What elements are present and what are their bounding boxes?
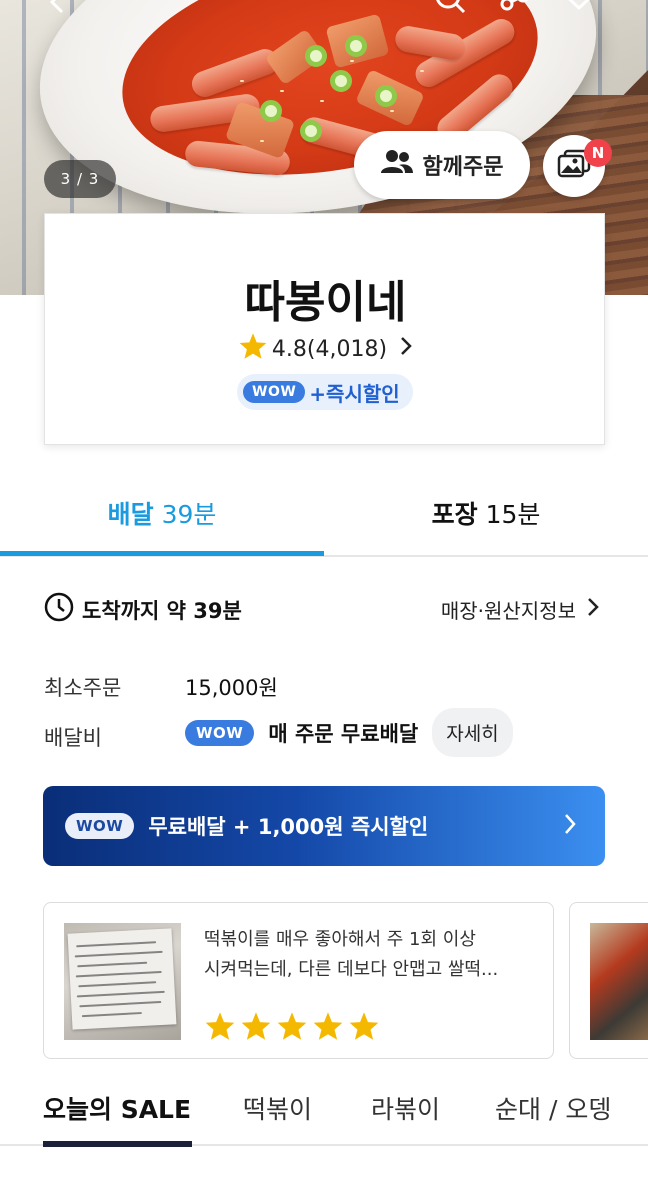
chevron-right-icon	[399, 335, 413, 363]
delivery-fee-row: WOW 매 주문 무료배달 자세히	[185, 708, 513, 757]
green-onion	[345, 35, 367, 57]
category-tab-rabokki[interactable]: 라볶이	[371, 1090, 440, 1126]
store-origin-info-link[interactable]: 매장·원산지정보	[441, 595, 600, 624]
green-onion	[300, 120, 322, 142]
min-order-label: 최소주문	[44, 676, 122, 700]
store-name: 따봉이네	[244, 277, 407, 328]
star-icon	[312, 1011, 344, 1045]
tab-delivery-time: 39분	[161, 499, 217, 529]
wow-pill: WOW	[185, 719, 255, 746]
group-order-label: 함께주문	[422, 155, 504, 180]
people-icon	[380, 149, 413, 181]
review-line-1: 떡볶이를 매우 좋아해서 주 1회 이상	[204, 929, 476, 950]
wow-pill: WOW	[65, 813, 135, 839]
review-line-2: 시켜먹는데, 다른 데보다 안맵고 쌀떡...	[204, 959, 499, 980]
active-category-underline	[43, 1141, 192, 1147]
category-tab-tteokbokki[interactable]: 떡볶이	[243, 1090, 312, 1126]
detail-button[interactable]: 자세히	[432, 708, 513, 757]
new-badge: N	[584, 139, 612, 167]
group-order-button[interactable]: 함께주문	[354, 131, 530, 199]
arrival-text: 도착까지 약 39분	[82, 598, 242, 623]
sesame	[390, 110, 394, 112]
review-card[interactable]: 떡볶이를 매우 좋아해서 주 1회 이상 시켜먹는데, 다른 데보다 안맵고 쌀…	[43, 902, 554, 1059]
tab-pickup[interactable]: 포장 15분	[324, 470, 648, 555]
star-icon	[348, 1011, 380, 1045]
wow-pill: WOW	[243, 381, 306, 403]
sesame	[260, 140, 264, 142]
store-card: 따봉이네 4.8(4,018) WOW +즉시할인	[44, 213, 605, 445]
order-type-tabs: 배달 39분 포장 15분	[0, 470, 648, 557]
wow-promo-banner[interactable]: WOW 무료배달 + 1,000원 즉시할인	[43, 786, 605, 866]
star-icon	[204, 1011, 236, 1045]
green-onion	[330, 70, 352, 92]
review-photo	[590, 923, 648, 1040]
tab-delivery-label: 배달	[107, 499, 154, 529]
banner-text: 무료배달 + 1,000원 즉시할인	[148, 815, 429, 839]
sesame	[240, 80, 244, 82]
review-text: 떡볶이를 매우 좋아해서 주 1회 이상 시켜먹는데, 다른 데보다 안맵고 쌀…	[204, 925, 534, 985]
rating-value: 4.8(4,018)	[271, 336, 388, 362]
review-stars	[204, 1011, 380, 1045]
tab-pickup-time: 15분	[485, 499, 541, 529]
delivery-fee-label: 배달비	[44, 726, 102, 750]
heart-icon[interactable]	[560, 0, 598, 24]
star-icon	[238, 332, 268, 366]
rating-link[interactable]: 4.8(4,018)	[45, 332, 606, 366]
active-tab-underline	[0, 551, 324, 556]
min-order-value: 15,000원	[185, 676, 278, 700]
arrival-time: 도착까지 약 39분	[44, 592, 242, 627]
green-onion	[375, 85, 397, 107]
back-arrow-icon[interactable]	[44, 0, 74, 20]
tab-delivery[interactable]: 배달 39분	[0, 470, 324, 555]
clock-icon	[44, 592, 74, 627]
star-icon	[240, 1011, 272, 1045]
wow-tag-text: +즉시할인	[309, 381, 400, 406]
green-onion	[260, 100, 282, 122]
sesame	[420, 70, 424, 72]
handwritten-note	[67, 928, 177, 1030]
delivery-fee-text: 매 주문 무료배달	[268, 721, 419, 746]
page-indicator: 3 / 3	[44, 160, 116, 198]
star-icon	[276, 1011, 308, 1045]
sesame	[320, 100, 324, 102]
chevron-right-icon	[563, 812, 577, 840]
store-info-label: 매장·원산지정보	[440, 599, 576, 623]
menu-category-tabs: 오늘의 SALE 떡볶이 라볶이 순대 / 오뎅	[0, 1082, 648, 1146]
chevron-right-icon	[586, 596, 600, 623]
search-icon[interactable]	[432, 0, 472, 24]
review-card[interactable]	[569, 902, 648, 1059]
share-icon[interactable]	[497, 0, 533, 24]
sesame	[280, 90, 284, 92]
sesame	[350, 60, 354, 62]
wow-discount-tag: WOW +즉시할인	[237, 374, 413, 410]
category-tab-sundae-odeng[interactable]: 순대 / 오뎅	[495, 1090, 611, 1126]
tab-pickup-label: 포장	[431, 499, 478, 529]
review-photo	[64, 923, 181, 1040]
category-tab-sale[interactable]: 오늘의 SALE	[43, 1090, 191, 1126]
green-onion	[305, 45, 327, 67]
